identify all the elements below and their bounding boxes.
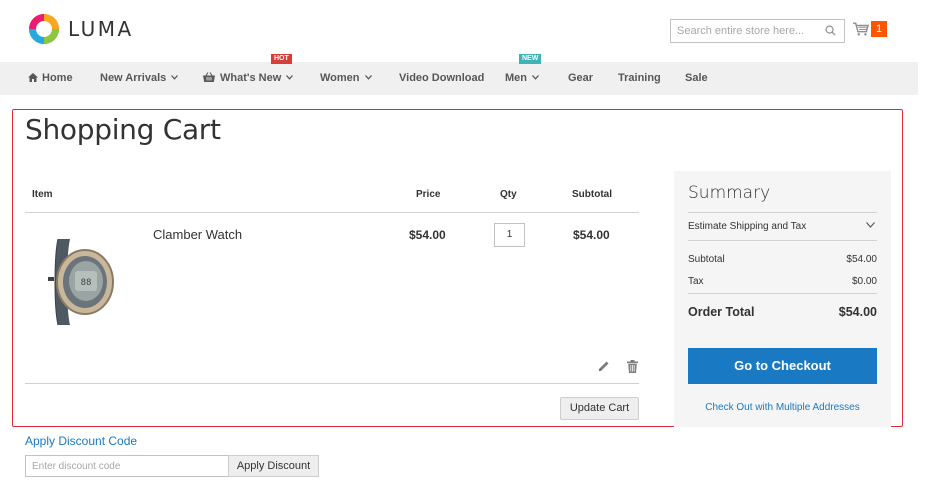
nav-label: Video Download <box>399 72 485 84</box>
luma-logo[interactable]: LUMA <box>28 13 134 45</box>
order-total-label: Order Total <box>688 305 755 319</box>
edit-pencil-icon[interactable] <box>598 360 610 372</box>
nav-label: New Arrivals <box>100 72 167 84</box>
nav-label: Sale <box>685 72 708 84</box>
search-icon[interactable] <box>825 25 836 36</box>
tax-value: $0.00 <box>851 276 877 287</box>
nav-item-women[interactable]: Women <box>320 62 372 95</box>
discount-code-input[interactable] <box>26 456 222 477</box>
order-total-row: Order Total $54.00 <box>688 305 877 319</box>
tax-label: Tax <box>688 276 704 287</box>
qty-input[interactable]: 1 <box>494 223 525 247</box>
chevron-down-icon <box>171 75 179 80</box>
search-box[interactable] <box>670 19 845 43</box>
nav-item-video-download[interactable]: Video Download <box>399 62 484 95</box>
main-navigation: Home New Arrivals What's New HOT Women V… <box>0 54 918 95</box>
summary-divider <box>688 293 877 294</box>
column-header-price: Price <box>416 189 441 200</box>
search-input[interactable] <box>671 20 821 42</box>
new-badge: NEW <box>519 54 542 64</box>
nav-item-training[interactable]: Training <box>618 62 661 95</box>
table-divider <box>25 383 639 384</box>
subtotal-value: $54.00 <box>846 254 877 265</box>
discount-code-field[interactable] <box>25 455 229 477</box>
item-price: $54.00 <box>409 228 446 242</box>
subtotal-row: Subtotal $54.00 <box>688 254 877 265</box>
nav-label: Home <box>42 72 73 84</box>
nav-label: What's New <box>220 72 282 84</box>
table-divider <box>25 212 639 213</box>
apply-discount-button[interactable]: Apply Discount <box>228 455 319 477</box>
home-icon <box>28 73 38 82</box>
nav-item-sale[interactable]: Sale <box>685 62 708 95</box>
column-header-subtotal: Subtotal <box>572 189 612 200</box>
update-cart-button[interactable]: Update Cart <box>560 397 639 420</box>
nav-item-whats-new[interactable]: What's New HOT <box>203 54 294 95</box>
hot-badge: HOT <box>271 54 292 64</box>
subtotal-label: Subtotal <box>688 254 725 265</box>
item-subtotal: $54.00 <box>573 228 610 242</box>
cart-icon <box>853 22 869 36</box>
nav-item-new-arrivals[interactable]: New Arrivals <box>100 62 179 95</box>
summary-divider <box>688 212 877 213</box>
nav-label: Gear <box>568 72 594 84</box>
estimate-shipping-label: Estimate Shipping and Tax <box>688 221 807 232</box>
basket-icon <box>203 72 215 82</box>
product-name[interactable]: Clamber Watch <box>153 227 242 242</box>
column-header-item: Item <box>32 189 53 200</box>
chevron-down-icon <box>866 222 875 228</box>
page-title: Shopping Cart <box>25 113 221 146</box>
nav-label: Women <box>320 72 360 84</box>
apply-discount-toggle[interactable]: Apply Discount Code <box>25 434 137 448</box>
nav-item-home[interactable]: Home <box>28 62 73 95</box>
mini-cart[interactable]: 1 <box>853 21 887 37</box>
nav-item-men[interactable]: Men NEW <box>505 54 542 95</box>
svg-text:88: 88 <box>81 278 92 288</box>
cart-count-badge: 1 <box>871 21 887 37</box>
chevron-down-icon <box>532 75 539 80</box>
cart-summary: Summary Estimate Shipping and Tax Subtot… <box>674 171 891 427</box>
logo-text: LUMA <box>68 17 134 41</box>
luma-logo-icon <box>29 14 59 44</box>
product-image[interactable]: 88 <box>40 237 120 327</box>
column-header-qty: Qty <box>500 189 517 200</box>
trash-icon[interactable] <box>627 360 638 373</box>
nav-item-gear[interactable]: Gear <box>568 62 593 95</box>
summary-title: Summary <box>688 183 771 203</box>
tax-row: Tax $0.00 <box>688 276 877 287</box>
nav-label: Men <box>505 72 527 84</box>
chevron-down-icon <box>364 75 372 80</box>
summary-divider <box>688 240 877 241</box>
nav-label: Training <box>618 72 661 84</box>
chevron-down-icon <box>286 75 294 80</box>
estimate-shipping-toggle[interactable]: Estimate Shipping and Tax <box>688 221 877 232</box>
multiple-addresses-link[interactable]: Check Out with Multiple Addresses <box>674 402 891 413</box>
order-total-value: $54.00 <box>838 305 877 319</box>
go-to-checkout-button[interactable]: Go to Checkout <box>688 348 877 384</box>
